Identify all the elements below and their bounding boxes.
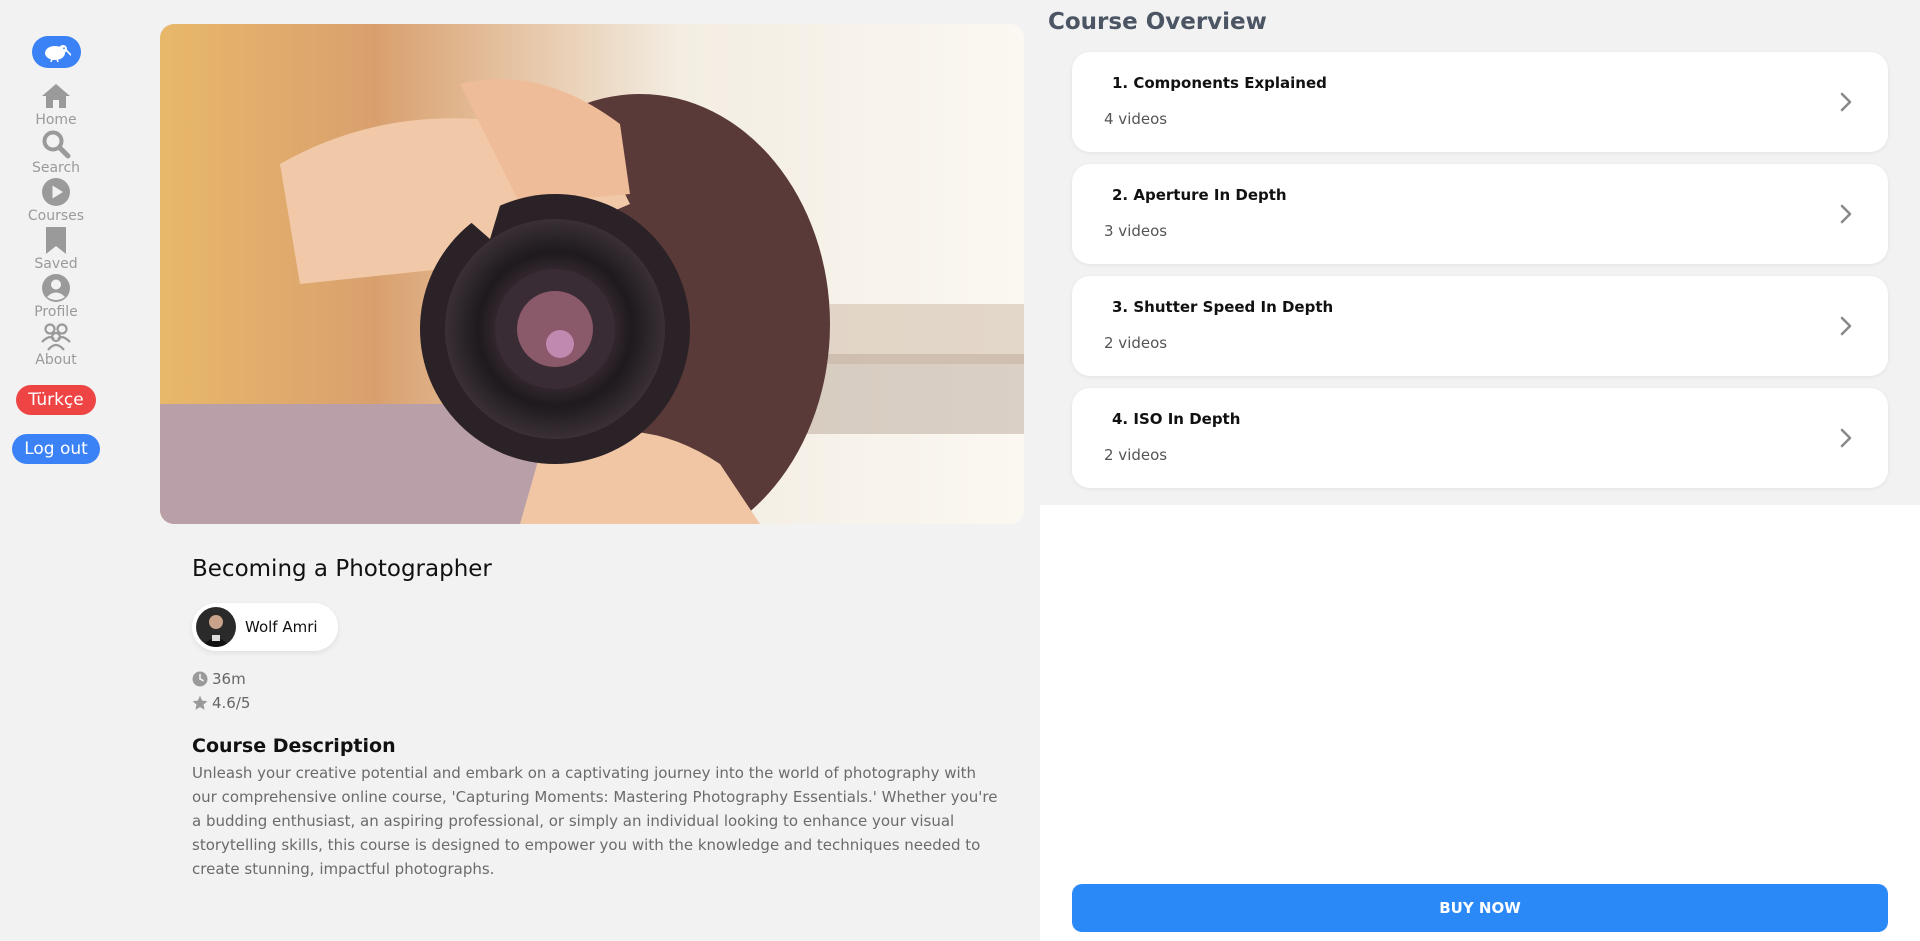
nav-label-about: About bbox=[35, 352, 77, 368]
sidebar: Home Search Courses Saved Profile About … bbox=[0, 0, 112, 941]
course-hero-image bbox=[160, 24, 1024, 524]
chevron-right-icon bbox=[1840, 204, 1852, 224]
section-name: 4. ISO In Depth bbox=[1112, 410, 1241, 428]
course-duration: 36m bbox=[192, 670, 246, 688]
section-name: 1. Components Explained bbox=[1112, 74, 1327, 92]
section-card[interactable]: 4. ISO In Depth 2 videos bbox=[1072, 388, 1888, 488]
section-card[interactable]: 1. Components Explained 4 videos bbox=[1072, 52, 1888, 152]
nav-label-saved: Saved bbox=[34, 256, 78, 272]
nav-label-search: Search bbox=[31, 160, 81, 176]
logout-button[interactable]: Log out bbox=[12, 434, 100, 464]
chevron-right-icon bbox=[1840, 316, 1852, 336]
chevron-right-icon bbox=[1840, 92, 1852, 112]
course-rating: 4.6/5 bbox=[192, 694, 250, 712]
section-name: 2. Aperture In Depth bbox=[1112, 186, 1287, 204]
nav-label-courses: Courses bbox=[27, 208, 85, 224]
language-button[interactable]: Türkçe bbox=[16, 385, 96, 415]
nav-label-home: Home bbox=[35, 112, 77, 128]
duration-value: 36m bbox=[212, 670, 246, 688]
section-video-count: 2 videos bbox=[1104, 334, 1168, 352]
nav-item-courses[interactable]: Courses bbox=[16, 176, 96, 224]
nav-item-saved[interactable]: Saved bbox=[16, 224, 96, 272]
clock-icon bbox=[192, 671, 208, 687]
course-title: Becoming a Photographer bbox=[192, 556, 492, 582]
overview-title: Course Overview bbox=[1048, 9, 1267, 35]
section-video-count: 2 videos bbox=[1104, 446, 1168, 464]
nav-label-profile: Profile bbox=[34, 304, 78, 320]
home-icon bbox=[40, 80, 72, 112]
users-icon bbox=[40, 320, 72, 352]
course-overview-panel: Course Overview 1. Components Explained … bbox=[1040, 0, 1920, 941]
chevron-right-icon bbox=[1840, 428, 1852, 448]
section-video-count: 4 videos bbox=[1104, 110, 1168, 128]
nav-item-profile[interactable]: Profile bbox=[16, 272, 96, 320]
panel-body-bg bbox=[1040, 505, 1920, 941]
nav-item-search[interactable]: Search bbox=[16, 128, 96, 176]
course-description: Unleash your creative potential and emba… bbox=[192, 764, 998, 878]
author-name: Wolf Amri bbox=[245, 618, 318, 636]
author-chip[interactable]: Wolf Amri bbox=[192, 603, 338, 651]
rating-value: 4.6/5 bbox=[212, 694, 251, 712]
play-circle-icon bbox=[40, 176, 72, 208]
search-icon bbox=[40, 128, 72, 160]
bookmark-icon bbox=[40, 224, 72, 256]
buy-now-button[interactable]: BUY NOW bbox=[1072, 884, 1888, 932]
section-card[interactable]: 2. Aperture In Depth 3 videos bbox=[1072, 164, 1888, 264]
nav-item-home[interactable]: Home bbox=[16, 80, 96, 128]
star-icon bbox=[192, 695, 208, 711]
section-name: 3. Shutter Speed In Depth bbox=[1112, 298, 1334, 316]
logo[interactable] bbox=[31, 36, 81, 68]
description-heading: Course Description bbox=[192, 735, 396, 757]
user-circle-icon bbox=[40, 272, 72, 304]
section-list: 1. Components Explained 4 videos 2. Aper… bbox=[1072, 52, 1888, 500]
kiwi-bird-icon bbox=[45, 45, 71, 62]
sidebar-nav: Home Search Courses Saved Profile About bbox=[16, 80, 96, 368]
avatar bbox=[196, 607, 236, 647]
nav-item-about[interactable]: About bbox=[16, 320, 96, 368]
section-video-count: 3 videos bbox=[1104, 222, 1168, 240]
section-card[interactable]: 3. Shutter Speed In Depth 2 videos bbox=[1072, 276, 1888, 376]
